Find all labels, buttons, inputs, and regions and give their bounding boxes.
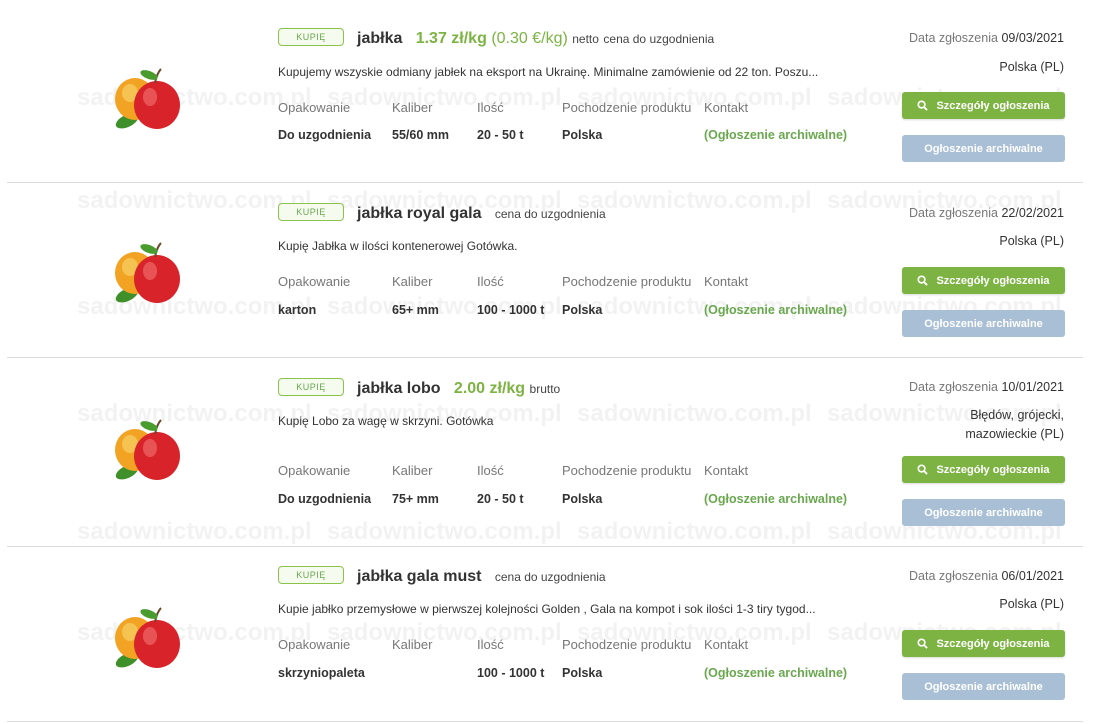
value-quantity: 20 - 50 t — [477, 492, 524, 506]
post-date: Data zgłoszenia 09/03/2021 — [909, 31, 1064, 45]
value-packaging: Do uzgodnienia — [278, 128, 372, 142]
watermark: sadownictwo.com.pl — [327, 518, 562, 545]
label-caliber: Kaliber — [392, 100, 433, 115]
value-contact[interactable]: (Ogłoszenie archiwalne) — [704, 666, 847, 680]
listing-description: Kupię Jabłka w ilości kontenerowej Gotów… — [278, 239, 518, 253]
label-caliber: Kaliber — [392, 637, 433, 652]
value-origin: Polska — [562, 666, 603, 680]
archived-button[interactable]: Ogłoszenie archiwalne — [902, 673, 1065, 700]
label-origin: Pochodzenie produktu — [562, 100, 692, 115]
post-date: Data zgłoszenia 06/01/2021 — [909, 569, 1064, 583]
search-icon — [917, 275, 929, 286]
listing-row: sadownictwo.com.pl sadownictwo.com.pl sa… — [7, 547, 1083, 722]
details-button[interactable]: Szczegóły ogłoszenia — [902, 456, 1065, 483]
value-caliber: 75+ mm — [392, 492, 439, 506]
listing-title[interactable]: jabłka 1.37 zł/kg (0.30 €/kg) netto cena… — [357, 30, 714, 48]
buy-tag: KUPIĘ — [278, 378, 344, 396]
watermark: sadownictwo.com.pl — [77, 518, 312, 545]
value-contact[interactable]: (Ogłoszenie archiwalne) — [704, 128, 847, 142]
label-contact: Kontakt — [704, 274, 749, 289]
listing-description: Kupię Lobo za wagę w skrzyni. Gotówka — [278, 414, 494, 428]
apple-image[interactable] — [105, 602, 185, 672]
listing-row: sadownictwo.com.pl sadownictwo.com.pl sa… — [7, 183, 1083, 358]
label-quantity: Ilość — [477, 463, 504, 478]
label-contact: Kontakt — [704, 463, 749, 478]
price-negotiable: cena do uzgodnienia — [494, 207, 606, 221]
value-contact[interactable]: (Ogłoszenie archiwalne) — [704, 492, 847, 506]
value-packaging: karton — [278, 303, 317, 317]
price: 1.37 zł/kg — [415, 30, 487, 47]
listing-description: Kupie jabłko przemysłowe w pierwszej kol… — [278, 602, 816, 616]
price-note: brutto — [529, 382, 561, 396]
label-packaging: Opakowanie — [278, 463, 351, 478]
value-caliber: 55/60 mm — [392, 128, 449, 142]
listing-list: sadownictwo.com.pl sadownictwo.com.pl sa… — [0, 0, 1100, 724]
search-icon — [917, 100, 929, 111]
value-caliber: 65+ mm — [392, 303, 439, 317]
value-origin: Polska — [562, 128, 603, 142]
details-button[interactable]: Szczegóły ogłoszenia — [902, 630, 1065, 657]
listing-title[interactable]: jabłka royal gala cena do uzgodnienia — [357, 205, 606, 223]
listing-row: sadownictwo.com.pl sadownictwo.com.pl sa… — [7, 8, 1083, 183]
search-icon — [917, 638, 929, 649]
price-negotiable: cena do uzgodnienia — [494, 570, 606, 584]
archived-button[interactable]: Ogłoszenie archiwalne — [902, 499, 1065, 526]
label-contact: Kontakt — [704, 100, 749, 115]
price-note: netto — [572, 32, 599, 46]
listing-row: sadownictwo.com.pl sadownictwo.com.pl sa… — [7, 358, 1083, 547]
listing-title[interactable]: jabłka lobo 2.00 zł/kg brutto — [357, 380, 560, 398]
label-origin: Pochodzenie produktu — [562, 637, 692, 652]
value-quantity: 20 - 50 t — [477, 128, 524, 142]
details-button[interactable]: Szczegóły ogłoszenia — [902, 267, 1065, 294]
label-quantity: Ilość — [477, 274, 504, 289]
location: Polska (PL) — [999, 234, 1064, 248]
archived-button[interactable]: Ogłoszenie archiwalne — [902, 310, 1065, 337]
search-icon — [917, 464, 929, 475]
value-origin: Polska — [562, 303, 603, 317]
buy-tag: KUPIĘ — [278, 566, 344, 584]
value-contact[interactable]: (Ogłoszenie archiwalne) — [704, 303, 847, 317]
watermark: sadownictwo.com.pl — [327, 84, 562, 111]
apple-image[interactable] — [105, 414, 185, 484]
listing-description: Kupujemy wszyskie odmiany jabłek na eksp… — [278, 65, 819, 79]
watermark: sadownictwo.com.pl — [577, 187, 812, 214]
watermark: sadownictwo.com.pl — [77, 187, 312, 214]
value-packaging: Do uzgodnienia — [278, 492, 372, 506]
label-packaging: Opakowanie — [278, 637, 351, 652]
location: Polska (PL) — [999, 60, 1064, 74]
label-caliber: Kaliber — [392, 274, 433, 289]
label-packaging: Opakowanie — [278, 100, 351, 115]
location: Polska (PL) — [999, 597, 1064, 611]
apple-image[interactable] — [105, 237, 185, 307]
price-negotiable: cena do uzgodnienia — [603, 32, 715, 46]
price: 2.00 zł/kg — [453, 380, 526, 397]
value-origin: Polska — [562, 492, 603, 506]
watermark: sadownictwo.com.pl — [327, 619, 562, 646]
post-date: Data zgłoszenia 22/02/2021 — [909, 206, 1064, 220]
archived-button[interactable]: Ogłoszenie archiwalne — [902, 135, 1065, 162]
buy-tag: KUPIĘ — [278, 203, 344, 221]
value-quantity: 100 - 1000 t — [477, 666, 545, 680]
buy-tag: KUPIĘ — [278, 28, 344, 46]
details-button[interactable]: Szczegóły ogłoszenia — [902, 92, 1065, 119]
label-packaging: Opakowanie — [278, 274, 351, 289]
watermark: sadownictwo.com.pl — [577, 518, 812, 545]
label-quantity: Ilość — [477, 100, 504, 115]
value-packaging: skrzyniopaleta — [278, 666, 365, 680]
post-date: Data zgłoszenia 10/01/2021 — [909, 380, 1064, 394]
label-quantity: Ilość — [477, 637, 504, 652]
listing-title[interactable]: jabłka gala must cena do uzgodnienia — [357, 568, 606, 586]
label-caliber: Kaliber — [392, 463, 433, 478]
price-eur: (0.30 €/kg) — [491, 30, 568, 47]
label-contact: Kontakt — [704, 637, 749, 652]
label-origin: Pochodzenie produktu — [562, 274, 692, 289]
value-quantity: 100 - 1000 t — [477, 303, 545, 317]
label-origin: Pochodzenie produktu — [562, 463, 692, 478]
apple-image[interactable] — [105, 63, 185, 133]
location: Błędów, grójecki, mazowieckie (PL) — [965, 408, 1064, 441]
